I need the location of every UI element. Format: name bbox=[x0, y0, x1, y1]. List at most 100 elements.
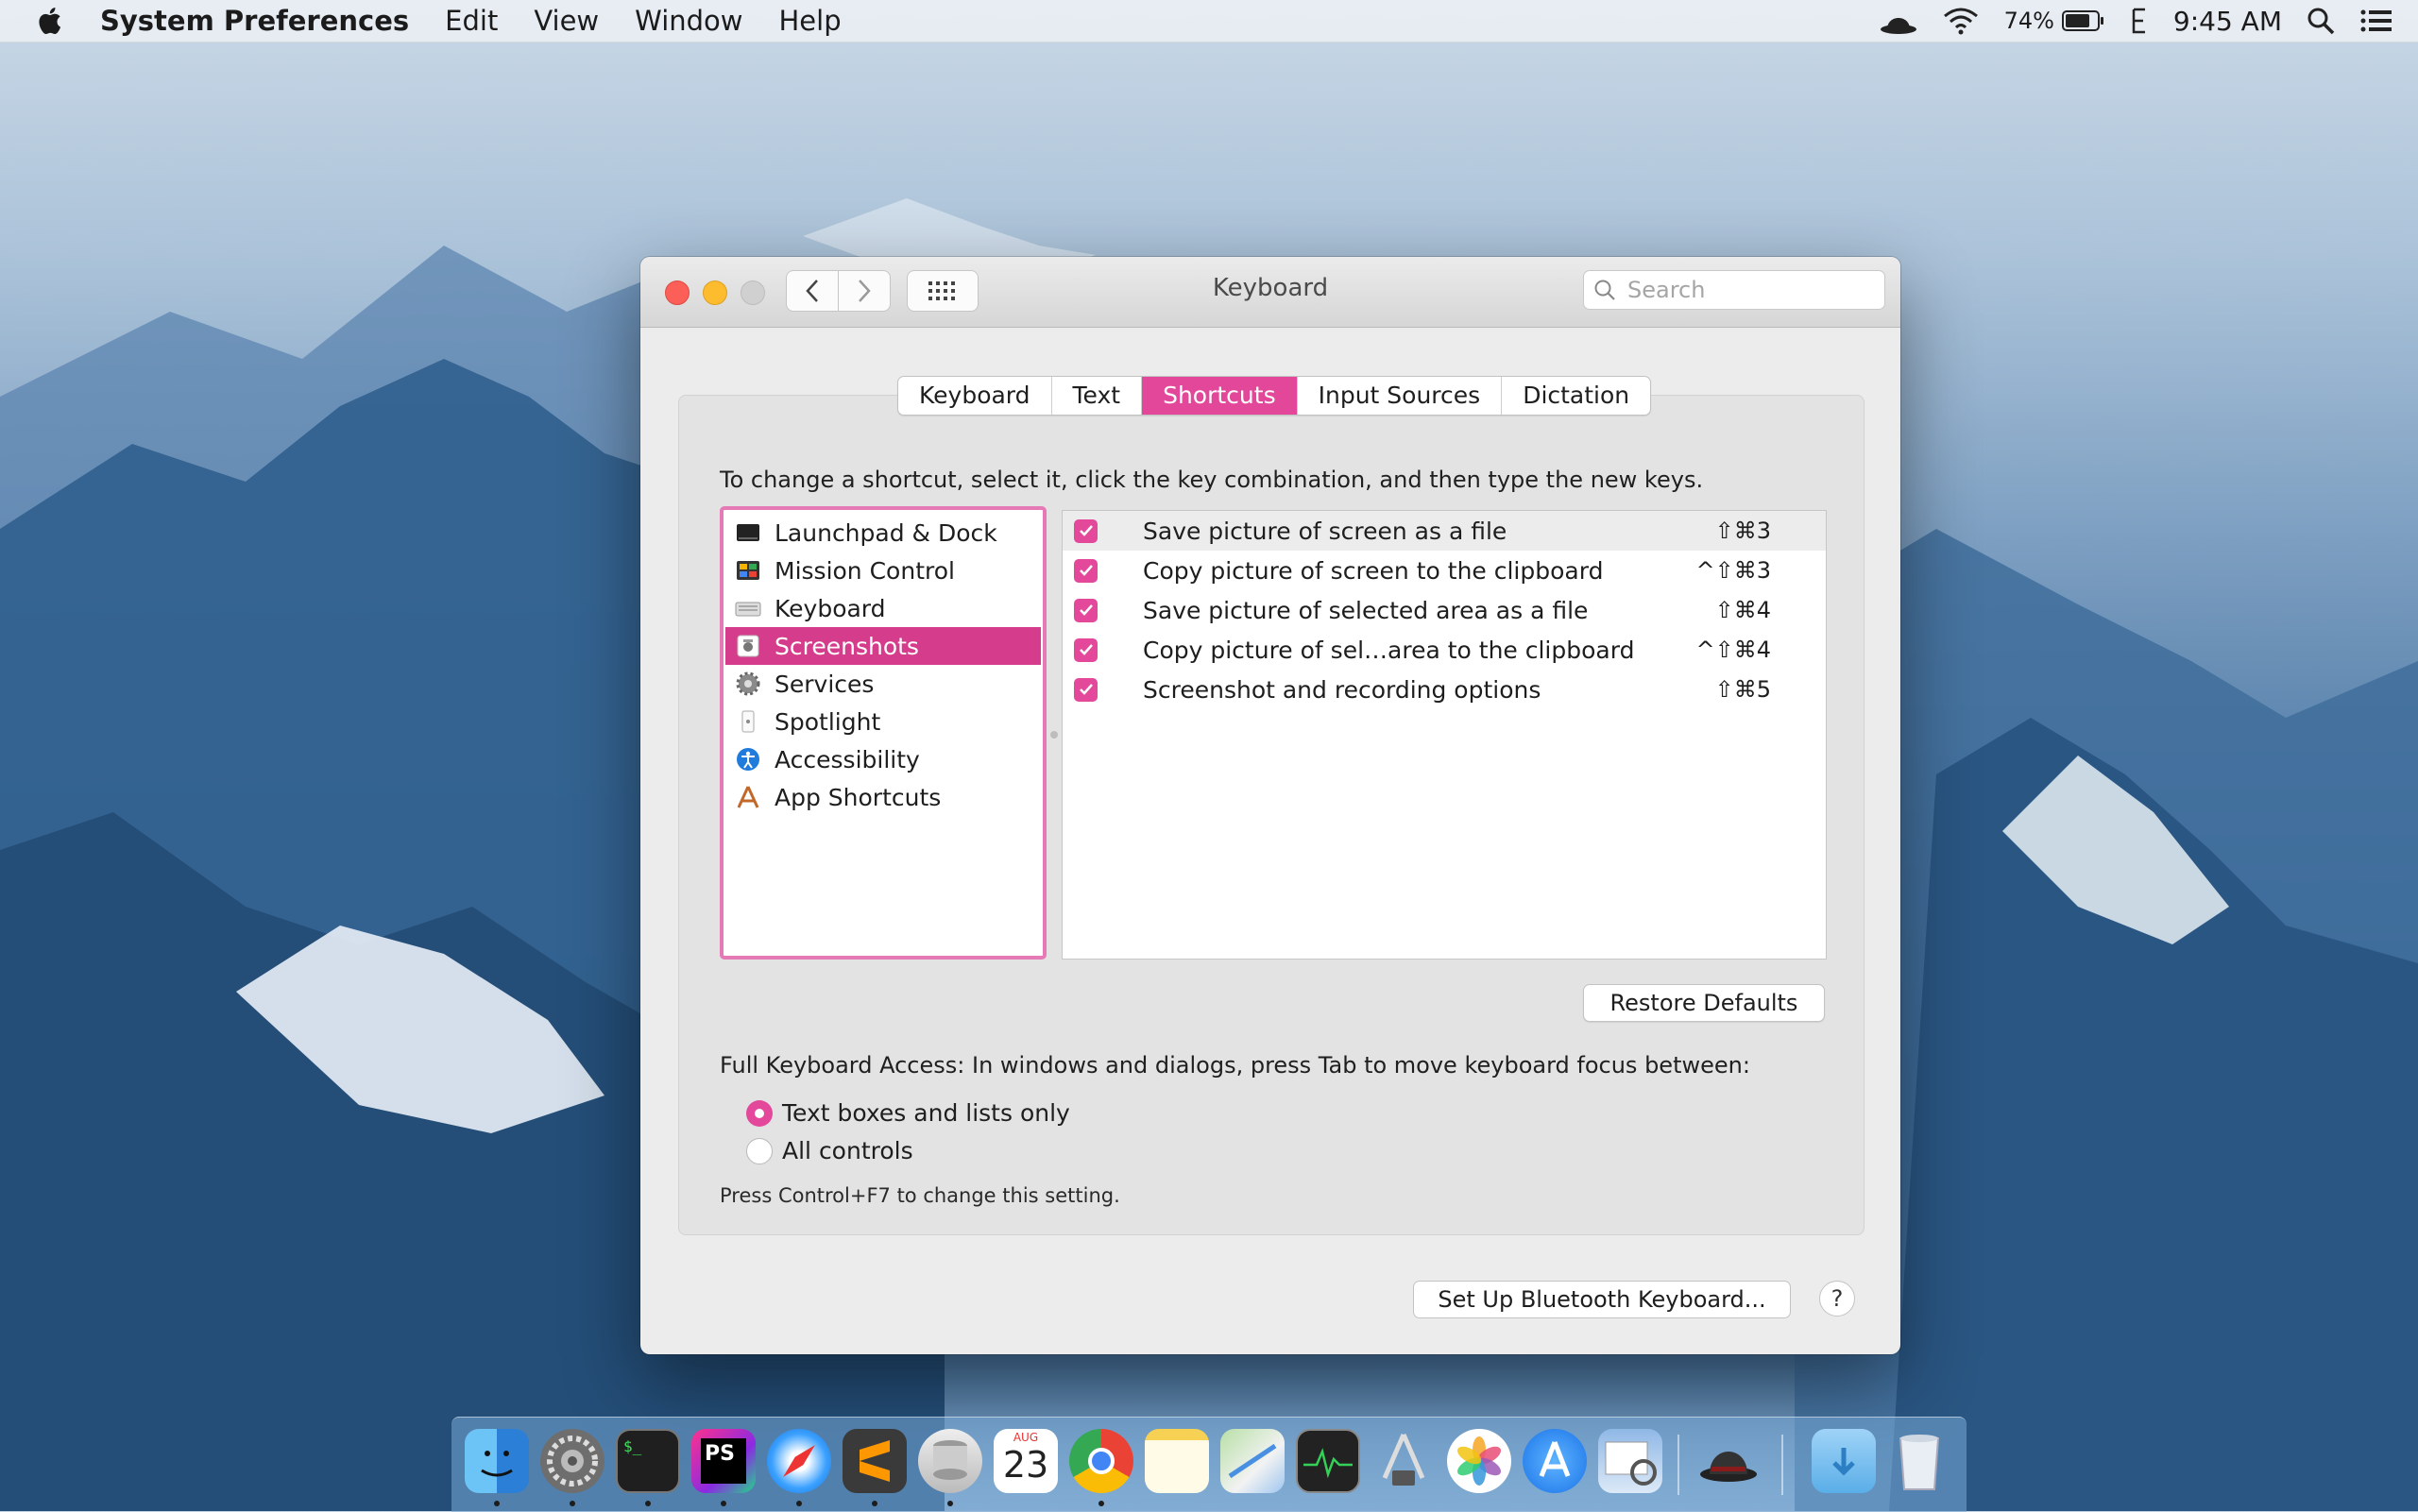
shortcut-checkbox[interactable] bbox=[1074, 677, 1098, 702]
shortcut-checkbox[interactable] bbox=[1074, 518, 1098, 543]
shortcut-keys[interactable]: ⇧⌘3 bbox=[1715, 518, 1771, 544]
radio-text-boxes[interactable]: Text boxes and lists only bbox=[746, 1099, 1070, 1127]
split-view-divider[interactable] bbox=[1050, 731, 1058, 739]
shortcut-keys[interactable]: ^⇧⌘3 bbox=[1696, 557, 1772, 584]
tab-dictation[interactable]: Dictation bbox=[1502, 377, 1650, 415]
tab-keyboard[interactable]: Keyboard bbox=[898, 377, 1052, 415]
notification-center-icon[interactable] bbox=[2359, 7, 2393, 35]
chrome-icon[interactable] bbox=[1069, 1429, 1133, 1493]
apple-menu-icon[interactable] bbox=[38, 6, 66, 36]
notes-icon[interactable] bbox=[1145, 1429, 1209, 1493]
tab-text[interactable]: Text bbox=[1052, 377, 1143, 415]
running-indicator bbox=[796, 1501, 802, 1506]
input-menu-icon[interactable] bbox=[2130, 7, 2149, 35]
calendar-month: AUG bbox=[1013, 1431, 1039, 1444]
shortcut-label: Screenshot and recording options bbox=[1143, 675, 1541, 704]
category-label: Accessibility bbox=[775, 745, 920, 773]
category-spotlight[interactable]: Spotlight bbox=[725, 703, 1041, 740]
screenshot-icon bbox=[737, 635, 759, 657]
menu-view[interactable]: View bbox=[534, 5, 599, 37]
shortcut-row[interactable]: Copy picture of screen to the clipboard … bbox=[1063, 551, 1826, 590]
shortcut-row[interactable]: Save picture of screen as a file ⇧⌘3 bbox=[1063, 511, 1826, 551]
category-app-shortcuts[interactable]: App Shortcuts bbox=[725, 778, 1041, 816]
running-indicator bbox=[872, 1501, 877, 1506]
radio-button-selected[interactable] bbox=[746, 1099, 773, 1127]
menu-window[interactable]: Window bbox=[635, 5, 742, 37]
download-arrow-icon bbox=[1832, 1448, 1855, 1476]
title-bar[interactable]: Keyboard bbox=[640, 257, 1900, 328]
category-mission-control[interactable]: Mission Control bbox=[725, 552, 1041, 589]
spotlight-search-icon[interactable] bbox=[2307, 7, 2335, 35]
sequel-pro-icon[interactable] bbox=[918, 1429, 982, 1493]
finder-face-icon bbox=[481, 1451, 513, 1477]
spotlight-icon bbox=[741, 710, 755, 733]
bartender-icon[interactable] bbox=[1696, 1429, 1761, 1493]
map-pin-icon bbox=[1228, 1443, 1277, 1479]
shortcut-checkbox[interactable] bbox=[1074, 637, 1098, 662]
radio-all-controls[interactable]: All controls bbox=[746, 1137, 913, 1164]
restore-defaults-button[interactable]: Restore Defaults bbox=[1583, 984, 1825, 1022]
activity-monitor-icon[interactable] bbox=[1296, 1429, 1360, 1493]
finder-icon[interactable] bbox=[465, 1429, 529, 1493]
bowler-hat-icon bbox=[1700, 1452, 1757, 1482]
dock-separator bbox=[1781, 1435, 1783, 1495]
category-label: App Shortcuts bbox=[775, 783, 942, 811]
shortcut-row[interactable]: Screenshot and recording options ⇧⌘5 bbox=[1063, 670, 1826, 709]
battery-icon[interactable] bbox=[2061, 9, 2105, 32]
menu-bar: System Preferences Edit View Window Help… bbox=[0, 0, 2418, 42]
radio-label: All controls bbox=[782, 1137, 913, 1164]
shortcut-checkbox[interactable] bbox=[1074, 558, 1098, 583]
menu-app-name[interactable]: System Preferences bbox=[100, 5, 409, 37]
tab-shortcuts[interactable]: Shortcuts bbox=[1142, 377, 1298, 415]
shortcut-keys[interactable]: ^⇧⌘4 bbox=[1696, 637, 1772, 663]
safari-icon[interactable] bbox=[767, 1429, 831, 1493]
maps-icon[interactable] bbox=[1220, 1429, 1285, 1493]
xcode-instruments-icon[interactable] bbox=[1371, 1429, 1436, 1493]
search-field[interactable] bbox=[1583, 270, 1885, 310]
running-indicator bbox=[645, 1501, 651, 1506]
checkmark-icon bbox=[1079, 644, 1093, 655]
downloads-folder-icon[interactable] bbox=[1812, 1429, 1876, 1493]
setup-bluetooth-keyboard-button[interactable]: Set Up Bluetooth Keyboard... bbox=[1413, 1281, 1791, 1318]
category-accessibility[interactable]: Accessibility bbox=[725, 740, 1041, 778]
shortcut-keys[interactable]: ⇧⌘5 bbox=[1715, 676, 1771, 703]
category-launchpad-dock[interactable]: Launchpad & Dock bbox=[725, 514, 1041, 552]
app-store-icon[interactable] bbox=[1523, 1429, 1587, 1493]
trash-icon[interactable] bbox=[1887, 1429, 1951, 1493]
shortcut-row[interactable]: Copy picture of sel…area to the clipboar… bbox=[1063, 630, 1826, 670]
category-keyboard[interactable]: Keyboard bbox=[725, 589, 1041, 627]
shortcut-row[interactable]: Save picture of selected area as a file … bbox=[1063, 590, 1826, 630]
menu-edit[interactable]: Edit bbox=[445, 5, 498, 37]
shortcut-checkbox[interactable] bbox=[1074, 598, 1098, 622]
wifi-icon[interactable] bbox=[1942, 7, 1980, 35]
menu-clock[interactable]: 9:45 AM bbox=[2173, 6, 2282, 37]
sublime-s-icon bbox=[860, 1440, 890, 1482]
search-input[interactable] bbox=[1626, 276, 1875, 304]
shortcut-keys[interactable]: ⇧⌘4 bbox=[1715, 597, 1771, 623]
help-button[interactable]: ? bbox=[1819, 1281, 1855, 1317]
running-indicator bbox=[570, 1501, 575, 1506]
dock-separator bbox=[1677, 1435, 1679, 1495]
photos-icon[interactable] bbox=[1447, 1429, 1511, 1493]
category-screenshots[interactable]: Screenshots bbox=[725, 627, 1041, 665]
battery-percentage: 74% bbox=[2003, 8, 2054, 34]
terminal-icon[interactable]: $_ bbox=[616, 1429, 680, 1493]
radio-label: Text boxes and lists only bbox=[782, 1099, 1070, 1127]
system-preferences-icon[interactable] bbox=[540, 1429, 604, 1493]
bowler-hat-icon[interactable] bbox=[1880, 7, 1917, 35]
running-indicator bbox=[947, 1501, 953, 1506]
category-services[interactable]: Services bbox=[725, 665, 1041, 703]
radio-button[interactable] bbox=[746, 1137, 773, 1164]
calendar-icon[interactable]: AUG 23 bbox=[994, 1429, 1058, 1493]
running-indicator bbox=[721, 1501, 726, 1506]
keyboard-preferences-window: Keyboard Keyboard Text Shortcuts Input S… bbox=[640, 257, 1900, 1354]
ps-logo: PS bbox=[701, 1438, 746, 1484]
menu-help[interactable]: Help bbox=[779, 5, 842, 37]
activity-graph-icon bbox=[1303, 1448, 1353, 1479]
app-shortcuts-icon bbox=[737, 786, 759, 808]
preview-icon[interactable] bbox=[1598, 1429, 1662, 1493]
category-label: Services bbox=[775, 670, 875, 698]
phpstorm-icon[interactable]: PS bbox=[691, 1429, 756, 1493]
tab-input-sources[interactable]: Input Sources bbox=[1298, 377, 1503, 415]
sublime-text-icon[interactable] bbox=[843, 1429, 907, 1493]
